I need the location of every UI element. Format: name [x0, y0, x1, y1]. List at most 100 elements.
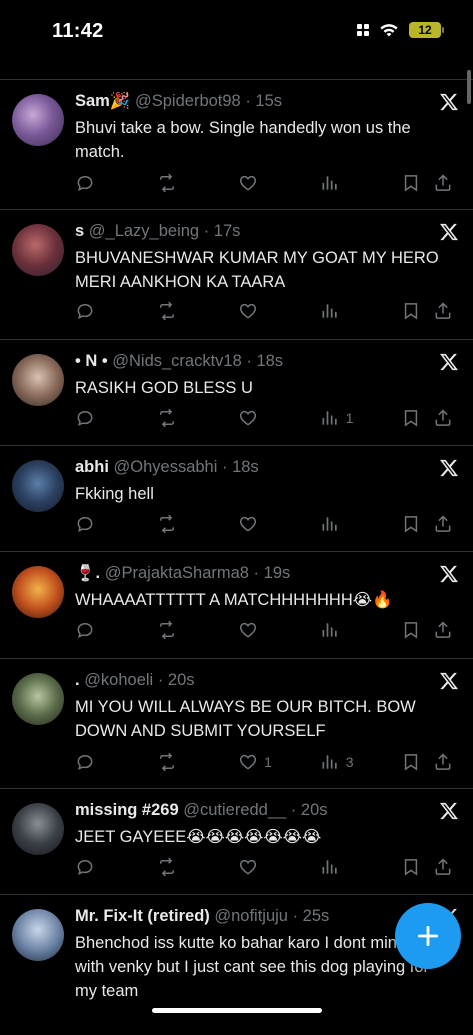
reply-button[interactable] — [75, 620, 157, 640]
bookmark-button[interactable] — [401, 857, 433, 877]
display-name[interactable]: Sam🎉 — [75, 92, 130, 110]
like-button[interactable] — [238, 301, 320, 321]
tweet-text: MI YOU WILL ALWAYS BE OUR BITCH. BOW DOW… — [75, 698, 416, 740]
bookmark-button[interactable] — [401, 514, 433, 534]
views-button[interactable] — [320, 173, 402, 193]
bookmark-button[interactable] — [401, 173, 433, 193]
handle[interactable]: @kohoeli — [84, 671, 153, 689]
retweet-icon — [159, 620, 174, 640]
like-button[interactable] — [238, 620, 320, 640]
views-button[interactable]: 3 — [320, 752, 402, 772]
reply-icon — [77, 175, 93, 192]
bookmark-button[interactable] — [401, 620, 433, 640]
tweet-text: WHAAAATTTTTT A MATCHHHHHHH😭🔥 — [75, 591, 393, 609]
scrollbar[interactable] — [467, 70, 471, 104]
avatar[interactable] — [12, 566, 64, 618]
timestamp[interactable]: 20s — [301, 801, 328, 819]
display-name[interactable]: Mr. Fix-It (retired) — [75, 907, 210, 925]
share-button[interactable] — [433, 514, 459, 534]
tweet-actions: 1 — [75, 407, 459, 429]
retweet-button[interactable] — [157, 408, 239, 428]
reply-button[interactable] — [75, 173, 157, 193]
share-icon — [435, 409, 451, 426]
tweet[interactable]: 🍷. @PrajaktaSharma8 · 19s WHAAAATTTTTT A… — [0, 552, 473, 659]
timestamp[interactable]: 15s — [255, 92, 282, 110]
handle[interactable]: @PrajaktaSharma8 — [105, 564, 249, 582]
tweet-text: BHUVANESHWAR KUMAR MY GOAT MY HERO MERI … — [75, 249, 439, 291]
avatar[interactable] — [12, 354, 64, 406]
views-icon — [322, 517, 337, 531]
timestamp[interactable]: 18s — [232, 458, 259, 476]
share-button[interactable] — [433, 752, 459, 772]
retweet-icon — [159, 514, 174, 534]
share-button[interactable] — [433, 408, 459, 428]
compose-button[interactable] — [395, 903, 461, 969]
views-button[interactable] — [320, 620, 402, 640]
retweet-button[interactable] — [157, 514, 239, 534]
retweet-button[interactable] — [157, 857, 239, 877]
reply-button[interactable] — [75, 857, 157, 877]
tweet[interactable]: abhi @Ohyessabhi · 18s Fkking hell — [0, 446, 473, 552]
display-name[interactable]: missing #269 — [75, 801, 179, 819]
handle[interactable]: @Ohyessabhi — [114, 458, 218, 476]
retweet-button[interactable] — [157, 301, 239, 321]
handle[interactable]: @nofitjuju — [214, 907, 288, 925]
reply-button[interactable] — [75, 752, 157, 772]
share-icon — [435, 174, 451, 191]
handle[interactable]: @cutieredd__ — [183, 801, 286, 819]
like-button[interactable] — [238, 173, 320, 193]
timestamp[interactable]: 25s — [303, 907, 330, 925]
avatar[interactable] — [12, 803, 64, 855]
like-button[interactable]: 1 — [238, 752, 320, 772]
timestamp[interactable]: 20s — [168, 671, 195, 689]
retweet-button[interactable] — [157, 173, 239, 193]
timestamp[interactable]: 18s — [256, 352, 283, 370]
share-button[interactable] — [433, 857, 459, 877]
tweet[interactable]: s @_Lazy_being · 17s BHUVANESHWAR KUMAR … — [0, 210, 473, 340]
share-button[interactable] — [433, 620, 459, 640]
views-button[interactable]: 1 — [320, 408, 402, 428]
handle[interactable]: @Spiderbot98 — [135, 92, 241, 110]
display-name[interactable]: . — [75, 671, 80, 689]
share-icon — [435, 858, 451, 875]
retweet-button[interactable] — [157, 620, 239, 640]
tweet[interactable]: Sam🎉 @Spiderbot98 · 15s Bhuvi take a bow… — [0, 80, 473, 210]
x-logo-icon — [440, 459, 458, 477]
avatar[interactable] — [12, 673, 64, 725]
bookmark-button[interactable] — [401, 752, 433, 772]
retweet-button[interactable] — [157, 752, 239, 772]
display-name[interactable]: abhi — [75, 458, 109, 476]
timestamp[interactable]: 19s — [264, 564, 291, 582]
like-button[interactable] — [238, 514, 320, 534]
home-indicator[interactable] — [152, 1008, 322, 1013]
avatar[interactable] — [12, 94, 64, 146]
like-button[interactable] — [238, 857, 320, 877]
views-icon — [322, 411, 337, 425]
timestamp[interactable]: 17s — [214, 222, 241, 240]
share-button[interactable] — [433, 173, 459, 193]
views-button[interactable] — [320, 857, 402, 877]
share-button[interactable] — [433, 301, 459, 321]
views-button[interactable] — [320, 514, 402, 534]
tweet[interactable]: • N • @Nids_cracktv18 · 18s RASIKH GOD B… — [0, 340, 473, 446]
handle[interactable]: @Nids_cracktv18 — [112, 352, 242, 370]
bookmark-button[interactable] — [401, 301, 433, 321]
handle[interactable]: @_Lazy_being — [89, 222, 199, 240]
retweet-icon — [159, 301, 174, 321]
reply-button[interactable] — [75, 301, 157, 321]
avatar[interactable] — [12, 909, 64, 961]
tweet[interactable]: . @kohoeli · 20s MI YOU WILL ALWAYS BE O… — [0, 659, 473, 789]
avatar[interactable] — [12, 460, 64, 512]
reply-button[interactable] — [75, 514, 157, 534]
avatar[interactable] — [12, 224, 64, 276]
display-name[interactable]: 🍷. — [75, 564, 100, 582]
like-icon — [240, 859, 257, 875]
bookmark-button[interactable] — [401, 408, 433, 428]
tweet[interactable]: missing #269 @cutieredd__ · 20s JEET GAY… — [0, 789, 473, 895]
reply-button[interactable] — [75, 408, 157, 428]
views-button[interactable] — [320, 301, 402, 321]
display-name[interactable]: s — [75, 222, 84, 240]
display-name[interactable]: • N • — [75, 352, 108, 370]
like-button[interactable] — [238, 408, 320, 428]
status-bar: 11:42 12 — [0, 0, 473, 62]
